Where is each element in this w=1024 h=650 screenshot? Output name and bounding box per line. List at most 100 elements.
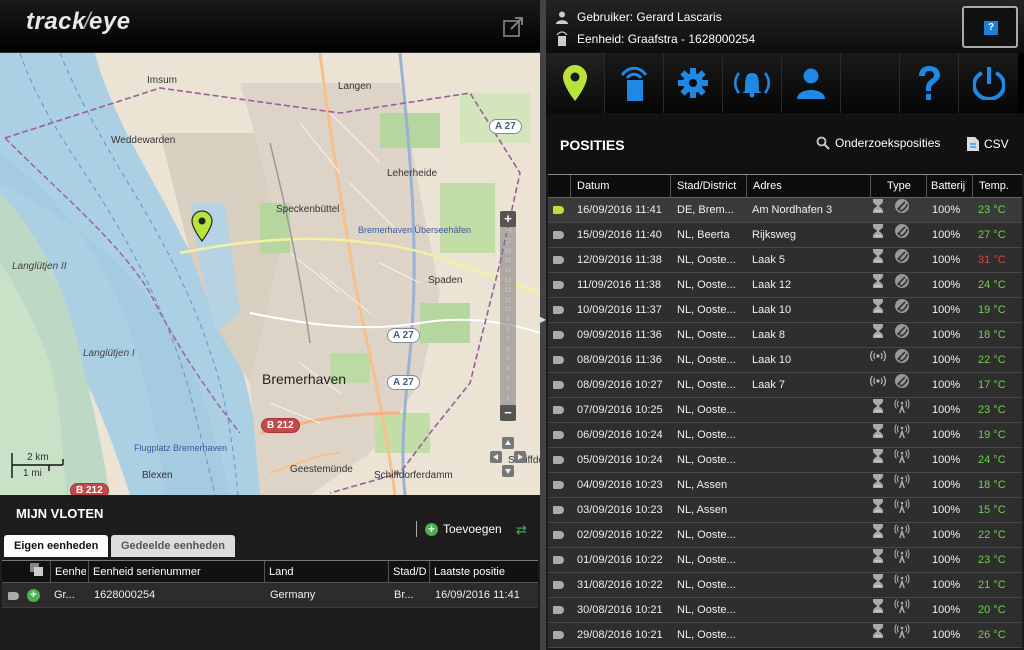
position-row[interactable]: 16/09/2016 11:41 DE, Brem... Am Nordhafen … bbox=[548, 198, 1022, 223]
position-city: NL, Ooste... bbox=[677, 279, 736, 291]
logout-button[interactable] bbox=[959, 53, 1018, 113]
position-row[interactable]: 06/09/2016 10:24 NL, Ooste... 100% 19 °C bbox=[548, 423, 1022, 448]
zoom-level-tick[interactable]: 8 bbox=[503, 327, 513, 333]
position-row[interactable]: 02/09/2016 10:22 NL, Ooste... 100% 22 °C bbox=[548, 523, 1022, 548]
position-row[interactable]: 08/09/2016 11:36 NL, Ooste... Laak 10 100% 2… bbox=[548, 348, 1022, 373]
position-battery: 100% bbox=[932, 579, 961, 591]
select-all-icon[interactable] bbox=[24, 561, 50, 583]
position-row[interactable]: 05/09/2016 10:24 NL, Ooste... 100% 24 °C bbox=[548, 448, 1022, 473]
zoom-level-tick[interactable]: 18 bbox=[503, 229, 513, 235]
zoom-level-tick[interactable]: 2 bbox=[503, 386, 513, 392]
expand-plus-icon[interactable]: + bbox=[27, 583, 43, 608]
position-row[interactable]: 10/09/2016 11:37 NL, Ooste... Laak 10 100% 1… bbox=[548, 298, 1022, 323]
col-city-district[interactable]: Stad/District bbox=[670, 175, 746, 198]
settings-button[interactable] bbox=[664, 53, 723, 113]
cell-tower-icon bbox=[894, 473, 910, 497]
position-row[interactable]: 12/09/2016 11:38 NL, Ooste... Laak 5 100% 31… bbox=[548, 248, 1022, 273]
col-last-position[interactable]: Laatste positie bbox=[429, 561, 538, 583]
col-country[interactable]: Land bbox=[264, 561, 387, 583]
row-tag-icon bbox=[548, 498, 570, 522]
position-date: 10/09/2016 11:37 bbox=[577, 304, 662, 316]
fleet-row[interactable]: + Gr... 1628000254 Germany Br... 16/09/2016 1… bbox=[2, 583, 538, 608]
zoom-level-tick[interactable]: 16 bbox=[503, 249, 513, 255]
col-type[interactable]: Type bbox=[870, 175, 926, 198]
devices-button[interactable] bbox=[605, 53, 664, 113]
alarms-button[interactable] bbox=[723, 53, 782, 113]
map-label-geestemuende: Geestemünde bbox=[290, 464, 353, 475]
research-positions-button[interactable]: Onderzoeksposities bbox=[816, 136, 940, 150]
position-battery: 100% bbox=[932, 254, 961, 266]
position-city: NL, Assen bbox=[677, 504, 728, 516]
zoom-level-tick[interactable]: 12 bbox=[503, 288, 513, 294]
wifi-signal-icon bbox=[870, 348, 886, 372]
zoom-level-tick[interactable]: 13 bbox=[503, 278, 513, 284]
profile-button[interactable] bbox=[782, 53, 841, 113]
zoom-out-button[interactable]: − bbox=[500, 405, 516, 421]
refresh-icon[interactable]: ⇄ bbox=[516, 522, 527, 538]
cell-tower-icon bbox=[894, 573, 910, 597]
position-row[interactable]: 04/09/2016 10:23 NL, Assen 100% 18 °C bbox=[548, 473, 1022, 498]
gps-satellite-icon bbox=[894, 248, 910, 272]
col-unit[interactable]: Eenhei bbox=[50, 561, 86, 583]
position-address bbox=[752, 573, 870, 597]
map-scale: 2 km 1 mi bbox=[11, 451, 67, 484]
zoom-level-tick[interactable]: 15 bbox=[503, 258, 513, 264]
position-row[interactable]: 03/09/2016 10:23 NL, Assen 100% 15 °C bbox=[548, 498, 1022, 523]
col-battery[interactable]: Batterij bbox=[926, 175, 972, 198]
map-view[interactable]: Imsum Langen Weddewarden Leherheide Spec… bbox=[0, 53, 540, 495]
position-battery: 100% bbox=[932, 304, 961, 316]
zoom-level-tick[interactable]: 4 bbox=[503, 366, 513, 372]
position-row[interactable]: 09/09/2016 11:36 NL, Ooste... Laak 8 100% 18… bbox=[548, 323, 1022, 348]
zoom-in-button[interactable]: + bbox=[500, 211, 516, 227]
zoom-level-tick[interactable]: 3 bbox=[503, 376, 513, 382]
help-button[interactable] bbox=[900, 53, 959, 113]
gps-satellite-icon bbox=[894, 223, 910, 247]
csv-file-icon bbox=[967, 137, 979, 151]
zoom-level-tick[interactable]: 9 bbox=[503, 317, 513, 323]
pan-control[interactable] bbox=[490, 437, 526, 479]
col-temp[interactable]: Temp. bbox=[972, 175, 1022, 198]
position-battery: 100% bbox=[932, 529, 961, 541]
zoom-level-tick[interactable]: 17 bbox=[503, 239, 513, 245]
zoom-level-tick[interactable]: 5 bbox=[503, 356, 513, 362]
zoom-level-tick[interactable]: 6 bbox=[503, 347, 513, 353]
position-address bbox=[752, 598, 870, 622]
position-city: NL, Ooste... bbox=[677, 304, 736, 316]
position-row[interactable]: 30/08/2016 10:21 NL, Ooste... 100% 20 °C bbox=[548, 598, 1022, 623]
help-box-button[interactable]: ? bbox=[962, 6, 1018, 48]
positions-button[interactable] bbox=[546, 53, 605, 113]
popout-icon[interactable] bbox=[502, 16, 524, 38]
col-date[interactable]: Datum bbox=[570, 175, 670, 198]
row-tag-icon bbox=[548, 573, 570, 597]
zoom-level-tick[interactable]: 11 bbox=[503, 298, 513, 304]
position-row[interactable]: 08/09/2016 10:27 NL, Ooste... Laak 7 100% 17… bbox=[548, 373, 1022, 398]
position-row[interactable]: 01/09/2016 10:22 NL, Ooste... 100% 23 °C bbox=[548, 548, 1022, 573]
position-row[interactable]: 11/09/2016 11:38 NL, Ooste... Laak 12 100% 2… bbox=[548, 273, 1022, 298]
row-tag-icon bbox=[548, 298, 570, 322]
zoom-level-tick[interactable]: 10 bbox=[503, 307, 513, 313]
zoom-level-tick[interactable]: 1 bbox=[503, 396, 513, 402]
position-row[interactable]: 07/09/2016 10:25 NL, Ooste... 100% 23 °C bbox=[548, 398, 1022, 423]
position-row[interactable]: 31/08/2016 10:22 NL, Ooste... 100% 21 °C bbox=[548, 573, 1022, 598]
gps-satellite-icon bbox=[894, 298, 910, 322]
zoom-level-tick[interactable]: 14 bbox=[503, 268, 513, 274]
add-unit-button[interactable]: + Toevoegen bbox=[416, 521, 502, 537]
position-address: Laak 10 bbox=[752, 304, 792, 316]
col-address[interactable]: Adres bbox=[746, 175, 870, 198]
csv-label: CSV bbox=[984, 137, 1009, 151]
hourglass-icon bbox=[870, 198, 886, 222]
user-line: Gebruiker: Gerard Lascaris bbox=[556, 10, 722, 24]
csv-export-button[interactable]: CSV bbox=[966, 136, 1009, 152]
map-label-langen: Langen bbox=[338, 81, 372, 92]
tab-shared-units[interactable]: Gedeelde eenheden bbox=[111, 535, 235, 557]
tab-own-units[interactable]: Eigen eenheden bbox=[4, 535, 109, 557]
zoom-level-tick[interactable]: 7 bbox=[503, 337, 513, 343]
position-city: NL, Ooste... bbox=[677, 354, 736, 366]
position-row[interactable]: 29/08/2016 10:21 NL, Ooste... 100% 26 °C bbox=[548, 623, 1022, 648]
location-pin-icon[interactable] bbox=[191, 210, 213, 242]
col-serial[interactable]: Eenheid serienummer bbox=[88, 561, 263, 583]
position-date: 07/09/2016 10:25 bbox=[577, 404, 663, 416]
hourglass-icon bbox=[870, 223, 886, 247]
col-city[interactable]: Stad/D bbox=[388, 561, 428, 583]
position-row[interactable]: 15/09/2016 11:40 NL, Beerta Rijksweg 100% 27… bbox=[548, 223, 1022, 248]
